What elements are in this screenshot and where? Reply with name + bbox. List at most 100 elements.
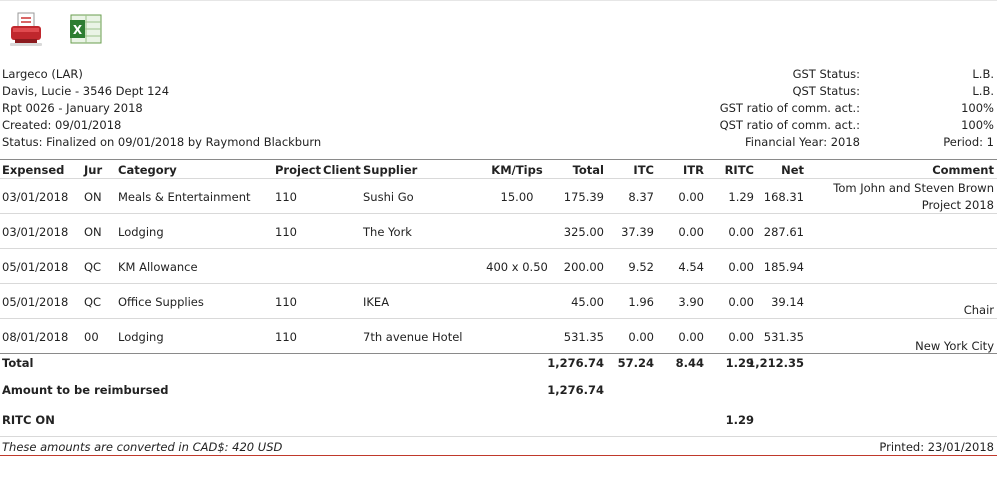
total-itc: 57.24 — [617, 356, 654, 370]
header-rule — [0, 178, 997, 179]
footer-accent-line — [0, 455, 997, 456]
table-cell-category: Lodging — [118, 225, 164, 239]
footer-rule — [0, 436, 997, 437]
table-cell-net: 185.94 — [763, 260, 804, 274]
gst-status-value: L.B. — [972, 67, 994, 81]
col-jur: Jur — [84, 163, 103, 177]
table-cell-expensed: 03/01/2018 — [2, 225, 69, 239]
ritc-on-value: 1.29 — [725, 413, 754, 427]
table-cell-ritc: 0.00 — [728, 295, 754, 309]
table-cell-comment-line1: Tom John and Steven Brown — [833, 181, 994, 195]
table-cell-itc: 1.96 — [628, 295, 654, 309]
table-cell-total: 175.39 — [563, 190, 604, 204]
col-project: Project — [275, 163, 322, 177]
table-cell-net: 168.31 — [763, 190, 804, 204]
col-ritc: RITC — [724, 163, 754, 177]
table-cell-project: 110 — [275, 190, 297, 204]
row-separator — [0, 283, 997, 284]
currency-note: These amounts are converted in CAD$: 420… — [2, 440, 283, 454]
table-cell-itr: 3.90 — [678, 295, 704, 309]
table-cell-project: 110 — [275, 225, 297, 239]
table-cell-total: 200.00 — [563, 260, 604, 274]
col-client: Client — [323, 163, 361, 177]
col-supplier: Supplier — [363, 163, 418, 177]
table-cell-supplier: Sushi Go — [363, 190, 414, 204]
report-number: Rpt 0026 - January 2018 — [2, 101, 143, 115]
gst-ratio-value: 100% — [961, 101, 994, 115]
table-cell-itr: 0.00 — [678, 190, 704, 204]
gst-ratio-label: GST ratio of comm. act.: — [719, 101, 860, 115]
col-comment: Comment — [932, 163, 994, 177]
period: Period: 1 — [943, 135, 994, 149]
table-top-rule — [0, 159, 997, 160]
totals-rule — [0, 353, 997, 354]
company-name: Largeco (LAR) — [2, 67, 83, 81]
table-cell-net: 287.61 — [763, 225, 804, 239]
table-cell-project: 110 — [275, 295, 297, 309]
table-cell-expensed: 03/01/2018 — [2, 190, 69, 204]
table-cell-supplier: The York — [363, 225, 412, 239]
table-cell-category: Office Supplies — [118, 295, 204, 309]
table-cell-jur: QC — [84, 295, 102, 309]
table-cell-total: 325.00 — [563, 225, 604, 239]
table-cell-comment-line2: Project 2018 — [921, 198, 994, 212]
total-itr: 8.44 — [675, 356, 704, 370]
table-cell-ritc: 0.00 — [728, 225, 754, 239]
col-km-tips: KM/Tips — [491, 163, 543, 177]
table-cell-km-tips: 400 x 0.50 — [486, 260, 548, 274]
table-cell-itc: 8.37 — [628, 190, 654, 204]
excel-export-button[interactable]: X — [69, 12, 103, 46]
table-cell-ritc: 0.00 — [728, 330, 754, 344]
printed-date: Printed: 23/01/2018 — [879, 440, 994, 454]
table-cell-total: 531.35 — [563, 330, 604, 344]
total-amount: 1,276.74 — [547, 356, 604, 370]
financial-year: Financial Year: 2018 — [745, 135, 860, 149]
table-cell-jur: ON — [84, 225, 102, 239]
col-net: Net — [781, 163, 804, 177]
total-net: 1,212.35 — [747, 356, 804, 370]
table-cell-km-tips: 15.00 — [500, 190, 534, 204]
table-cell-itr: 0.00 — [678, 330, 704, 344]
table-cell-category: Lodging — [118, 330, 164, 344]
col-itc: ITC — [633, 163, 654, 177]
table-cell-category: KM Allowance — [118, 260, 198, 274]
table-cell-supplier: 7th avenue Hotel — [363, 330, 463, 344]
qst-ratio-value: 100% — [961, 118, 994, 132]
created-date: Created: 09/01/2018 — [2, 118, 122, 132]
qst-status-label: QST Status: — [792, 84, 860, 98]
table-cell-net: 39.14 — [771, 295, 804, 309]
table-cell-itr: 4.54 — [678, 260, 704, 274]
qst-status-value: L.B. — [972, 84, 994, 98]
table-cell-expensed: 05/01/2018 — [2, 260, 69, 274]
table-cell-ritc: 1.29 — [728, 190, 754, 204]
row-separator — [0, 318, 997, 319]
status-text: Status: Finalized on 09/01/2018 by Raymo… — [2, 135, 322, 149]
table-cell-net: 531.35 — [763, 330, 804, 344]
table-cell-itc: 37.39 — [621, 225, 654, 239]
row-separator — [0, 248, 997, 249]
qst-ratio-label: QST ratio of comm. act.: — [719, 118, 860, 132]
print-button[interactable] — [10, 12, 42, 46]
table-cell-itr: 0.00 — [678, 225, 704, 239]
table-cell-expensed: 08/01/2018 — [2, 330, 69, 344]
total-label: Total — [2, 356, 34, 370]
top-border — [0, 0, 997, 1]
col-expensed: Expensed — [2, 163, 65, 177]
col-total: Total — [572, 163, 604, 177]
table-cell-total: 45.00 — [571, 295, 604, 309]
table-cell-comment-line2: Chair — [963, 303, 994, 317]
svg-text:X: X — [73, 23, 83, 37]
row-separator — [0, 213, 997, 214]
col-category: Category — [118, 163, 177, 177]
reimbursed-label: Amount to be reimbursed — [2, 383, 169, 397]
table-cell-ritc: 0.00 — [728, 260, 754, 274]
table-cell-comment-line2: New York City — [915, 339, 994, 353]
col-itr: ITR — [683, 163, 704, 177]
table-cell-jur: 00 — [84, 330, 99, 344]
employee-info: Davis, Lucie - 3546 Dept 124 — [2, 84, 170, 98]
table-cell-expensed: 05/01/2018 — [2, 295, 69, 309]
table-cell-jur: QC — [84, 260, 102, 274]
reimbursed-value: 1,276.74 — [547, 383, 604, 397]
table-cell-itc: 9.52 — [628, 260, 654, 274]
table-cell-jur: ON — [84, 190, 102, 204]
